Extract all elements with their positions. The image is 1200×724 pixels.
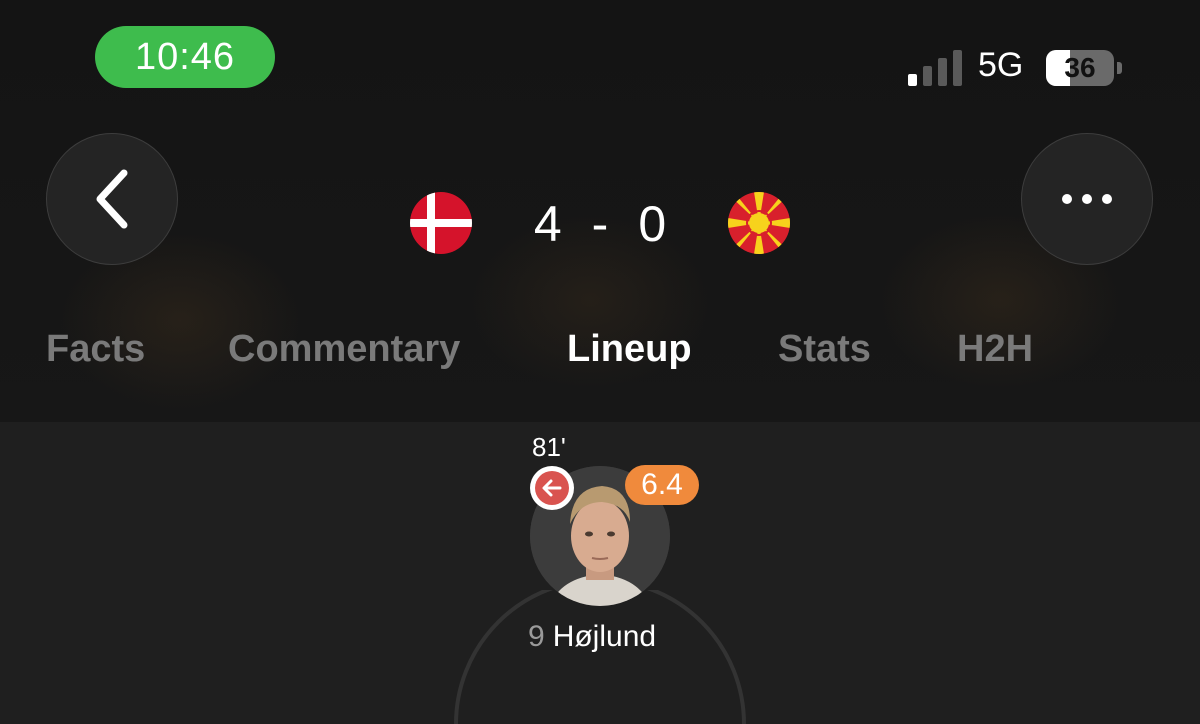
away-score: 0 [638, 196, 667, 252]
north-macedonia-flag-icon[interactable] [728, 192, 790, 254]
pitch-center-circle [454, 590, 746, 724]
signal-icon [908, 50, 964, 86]
substitution-minute: 81' [532, 432, 566, 462]
battery-cap [1117, 62, 1122, 74]
battery-icon: 36 [1046, 50, 1114, 86]
score-separator: - [591, 196, 609, 252]
network-type: 5G [978, 46, 1024, 84]
player-number: 9 [528, 620, 545, 653]
battery-level: 36 [1064, 52, 1096, 83]
back-button[interactable] [46, 133, 178, 265]
chevron-left-icon [96, 169, 128, 229]
more-options-button[interactable] [1021, 133, 1153, 265]
tab-facts[interactable]: Facts [46, 328, 145, 371]
status-time: 10:46 [95, 26, 275, 88]
substitution-out-icon [530, 466, 574, 510]
tab-commentary[interactable]: Commentary [228, 328, 460, 371]
player-label[interactable]: 9 Højlund [528, 620, 656, 654]
denmark-flag-icon[interactable] [410, 192, 472, 254]
match-score: 4 - 0 [490, 190, 710, 258]
tab-lineup[interactable]: Lineup [567, 328, 692, 371]
tab-stats[interactable]: Stats [778, 328, 871, 371]
player-name: Højlund [552, 620, 657, 653]
player-rating-badge: 6.4 [625, 465, 699, 505]
home-score: 4 [533, 196, 562, 252]
tab-h2h[interactable]: H2H [957, 328, 1033, 371]
match-tabs: Facts Commentary Lineup Stats H2H [0, 328, 1200, 384]
ellipsis-icon [1062, 194, 1112, 204]
